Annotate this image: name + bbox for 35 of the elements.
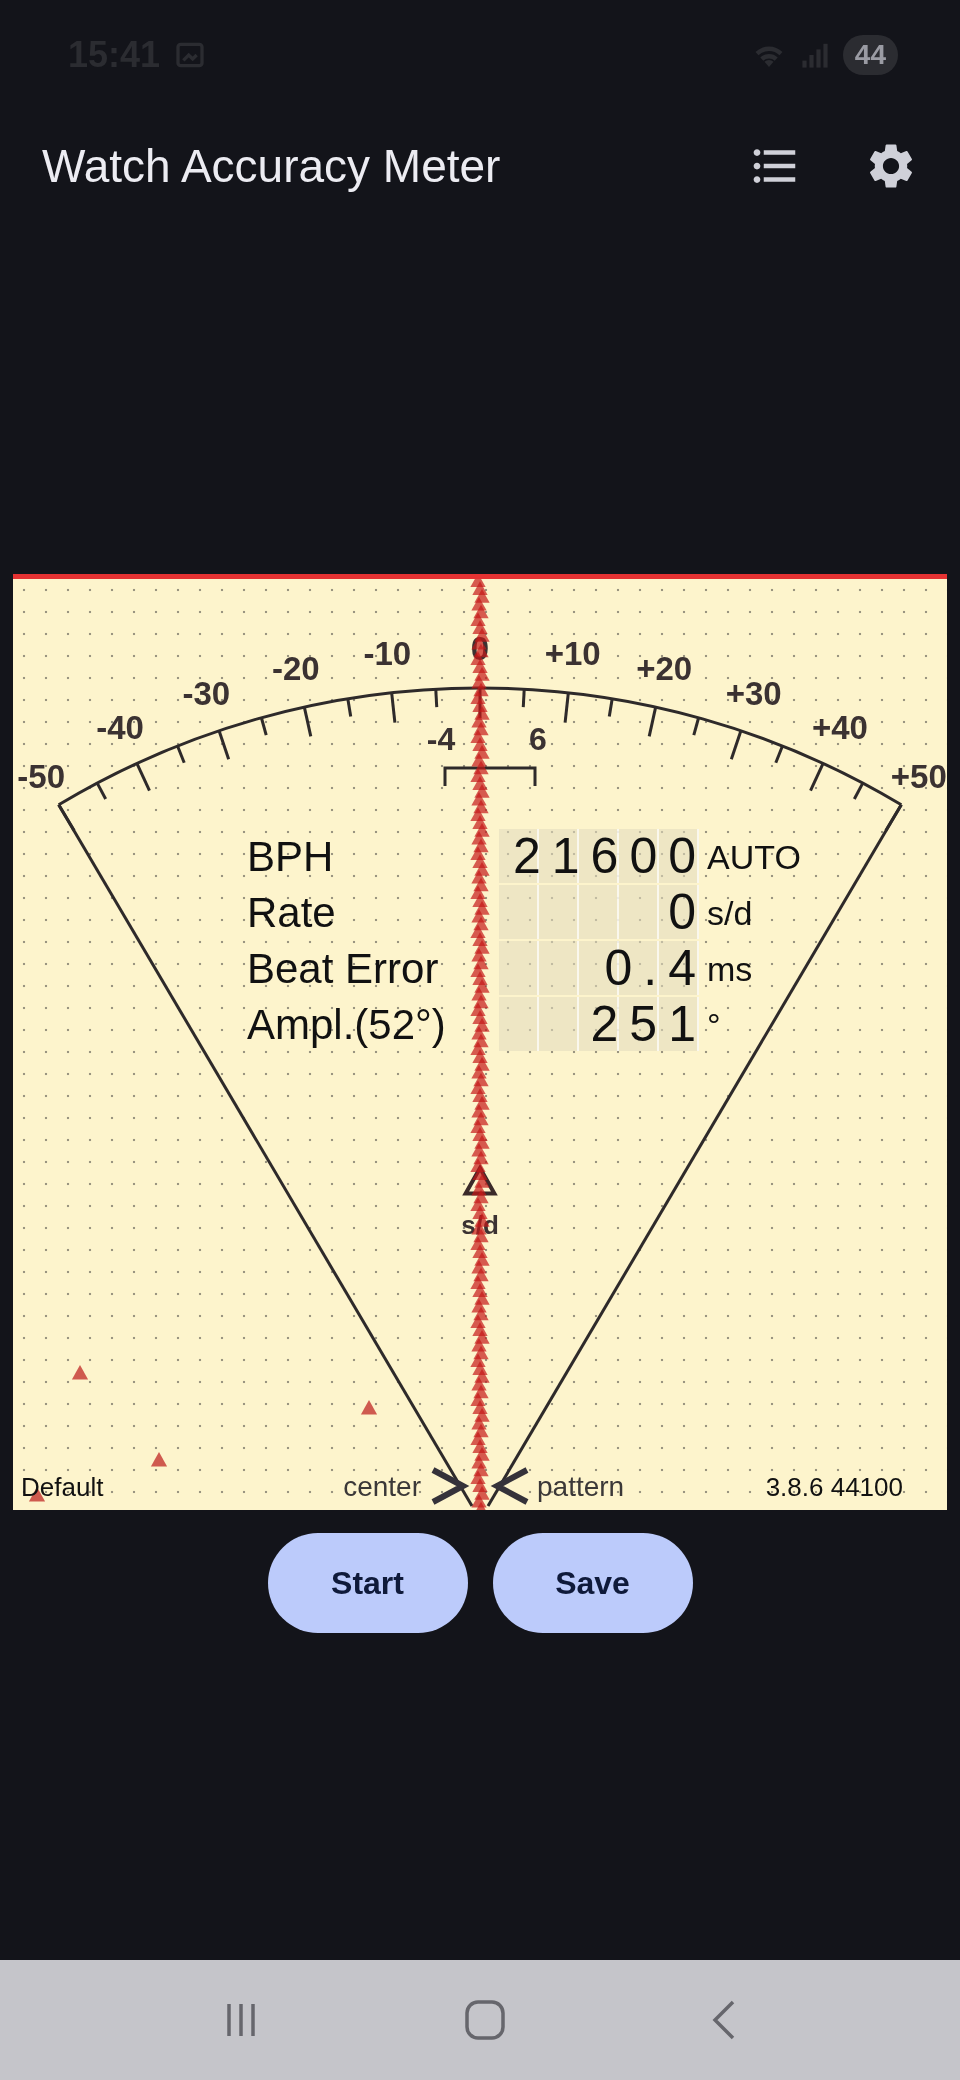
scale-label: +10	[544, 635, 601, 672]
reading-label: Beat Error	[247, 945, 440, 993]
scale-label: -40	[96, 709, 144, 747]
scale-label: +40	[811, 709, 868, 747]
battery-indicator: 44	[842, 35, 898, 75]
scale-label: +30	[725, 674, 782, 712]
window-label: 6	[529, 721, 547, 757]
reading-label: BPH	[247, 833, 335, 881]
reading-unit: °	[706, 1005, 722, 1045]
scale-label: -20	[271, 650, 320, 687]
reading-value: 0	[499, 885, 699, 939]
scale-label: -10	[363, 635, 412, 672]
chevron-right-icon	[431, 1467, 470, 1505]
app-title: Watch Accuracy Meter	[42, 139, 502, 193]
pattern-label: pattern	[537, 1471, 625, 1502]
scale-label: -30	[182, 674, 231, 712]
scale-label: +20	[636, 650, 693, 687]
chevron-left-icon	[490, 1467, 529, 1505]
center-label: center	[343, 1471, 421, 1502]
reading-unit: AUTO	[706, 837, 801, 877]
start-button[interactable]: Start	[267, 1533, 468, 1633]
reading-value: 21600	[499, 829, 699, 883]
reading-unit: s/d	[706, 893, 754, 933]
window-label: -4	[426, 721, 456, 757]
profile-label: Default	[21, 1472, 104, 1502]
home-icon[interactable]	[464, 1999, 506, 2041]
reading-label: Ampl.(52°)	[247, 1001, 447, 1049]
reading-value: 251	[499, 997, 699, 1051]
scale-label: +50	[890, 757, 947, 795]
version-label: 3.8.6 44100	[765, 1472, 903, 1502]
scale-label: -50	[17, 757, 66, 795]
save-button[interactable]: Save	[492, 1533, 693, 1633]
reading-label: Rate	[247, 889, 337, 937]
reading-unit: ms	[706, 949, 754, 989]
reading-value: 0.4	[499, 941, 699, 995]
